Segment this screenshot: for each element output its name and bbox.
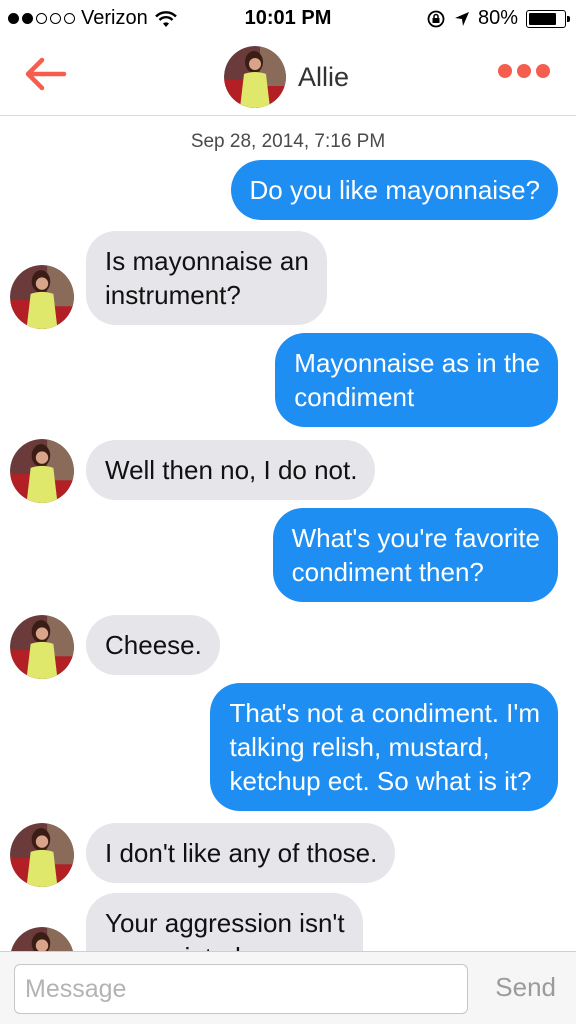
back-arrow-icon xyxy=(25,57,67,91)
message-outgoing[interactable]: Mayonnaise as in the condiment xyxy=(275,333,558,427)
more-options-button[interactable] xyxy=(498,64,550,78)
sender-avatar xyxy=(10,927,74,951)
message-incoming[interactable]: I don't like any of those. xyxy=(86,823,396,883)
status-bar: Verizon 10:01 PM 80% xyxy=(0,0,576,38)
sender-avatar xyxy=(10,265,74,329)
battery-percent: 80% xyxy=(477,7,518,29)
contact-header[interactable]: Allie xyxy=(224,46,349,108)
battery-icon xyxy=(526,9,570,28)
sender-avatar xyxy=(10,439,74,503)
message-list[interactable]: Sep 28, 2014, 7:16 PM Do you like mayonn… xyxy=(0,117,576,951)
location-arrow-icon xyxy=(454,11,469,26)
message-composer: Send xyxy=(0,951,576,1024)
sender-avatar xyxy=(10,615,74,679)
message-incoming[interactable]: Your aggression isn't appreciated. xyxy=(86,893,363,951)
message-incoming[interactable]: Is mayonnaise an instrument? xyxy=(86,231,327,325)
contact-name: Allie xyxy=(298,61,350,92)
message-incoming[interactable]: Well then no, I do not. xyxy=(86,440,376,500)
contact-avatar xyxy=(224,46,286,108)
more-dots-icon xyxy=(498,64,512,78)
message-outgoing[interactable]: Do you like mayonnaise? xyxy=(230,160,558,220)
conversation-timestamp: Sep 28, 2014, 7:16 PM xyxy=(190,131,386,152)
message-outgoing[interactable]: What's you're favorite condiment then? xyxy=(272,508,558,602)
message-input[interactable] xyxy=(14,964,468,1014)
message-outgoing[interactable]: That's not a condiment. I'm talking reli… xyxy=(210,683,558,811)
chat-header: Allie xyxy=(0,38,576,116)
rotation-lock-icon xyxy=(427,10,445,27)
back-button[interactable] xyxy=(22,54,70,94)
send-button[interactable]: Send xyxy=(495,972,556,1003)
message-incoming[interactable]: Cheese. xyxy=(86,615,220,675)
status-right: 80% xyxy=(426,7,570,30)
sender-avatar xyxy=(10,823,74,887)
